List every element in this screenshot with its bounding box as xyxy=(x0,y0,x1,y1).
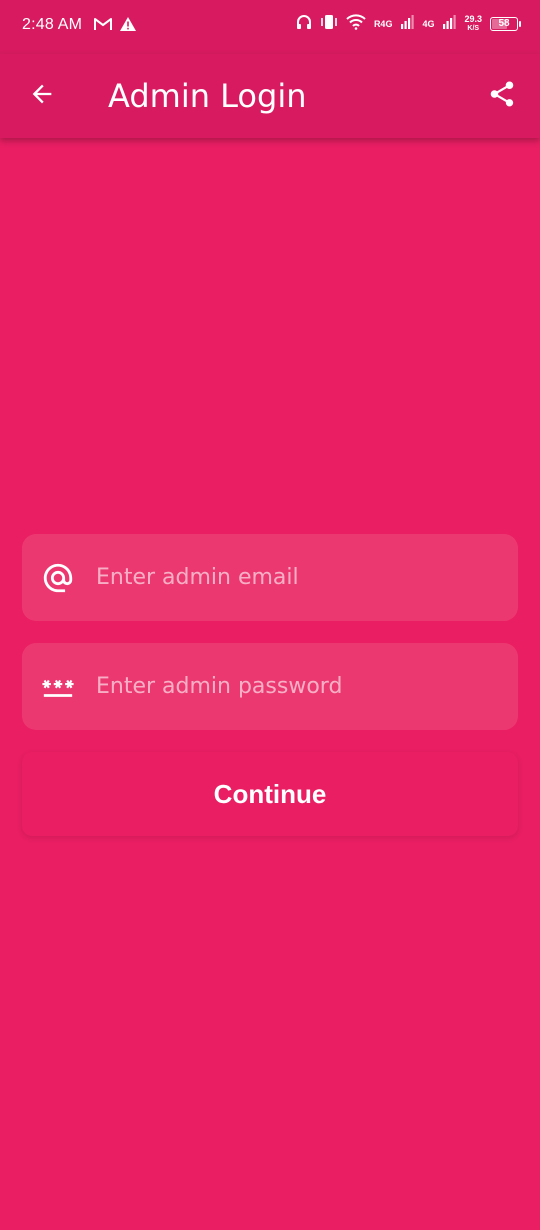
vibrate-icon xyxy=(320,14,338,33)
status-time: 2:48 AM xyxy=(22,16,83,33)
signal-4g-icon xyxy=(442,15,457,32)
continue-button[interactable]: Continue xyxy=(22,752,518,836)
status-right-icons: R4G 4G 29.3 K/S 58 xyxy=(296,13,521,33)
battery-level: 58 xyxy=(498,18,510,29)
status-bar: 2:48 AM R4G 4G 29.3 K/S 58 xyxy=(0,0,540,54)
share-icon xyxy=(487,79,517,114)
wifi-icon xyxy=(346,14,366,33)
back-button[interactable] xyxy=(22,76,62,116)
app-bar: Admin Login xyxy=(0,54,540,138)
warning-icon xyxy=(120,17,136,36)
arrow-back-icon xyxy=(28,80,56,113)
page-title: Admin Login xyxy=(108,77,307,115)
password-field[interactable] xyxy=(22,643,518,730)
email-field[interactable] xyxy=(22,534,518,621)
email-input[interactable] xyxy=(94,554,502,601)
password-icon xyxy=(41,670,75,704)
battery-icon: 58 xyxy=(490,16,521,31)
password-input[interactable] xyxy=(94,663,502,710)
network-speed-unit: K/S xyxy=(467,24,480,32)
share-button[interactable] xyxy=(482,76,522,116)
headphones-icon xyxy=(296,14,312,33)
at-icon xyxy=(41,561,75,595)
network-label-4g: 4G xyxy=(422,18,435,29)
gmail-icon xyxy=(94,17,112,36)
network-label-r4g: R4G xyxy=(373,18,393,29)
signal-r4g-icon xyxy=(400,15,415,32)
network-speed: 29.3 K/S xyxy=(464,13,482,33)
network-speed-value: 29.3 xyxy=(464,13,482,24)
status-left-icons xyxy=(94,17,136,36)
